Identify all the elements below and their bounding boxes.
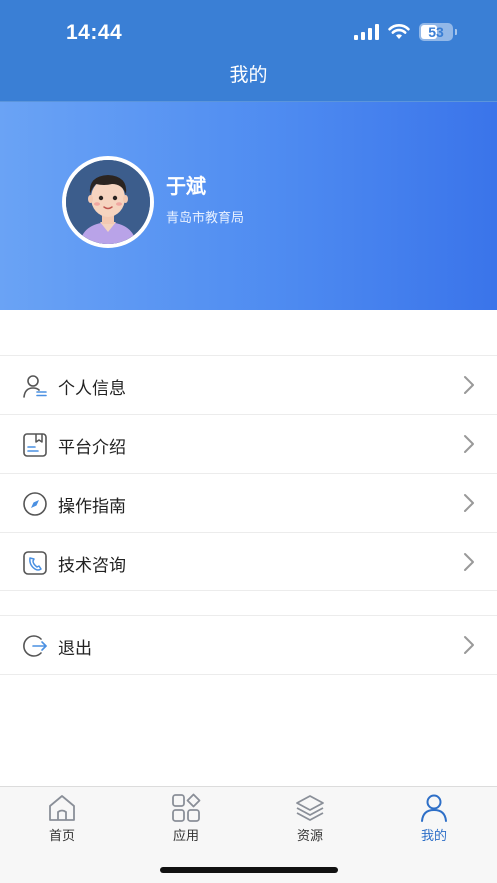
profile-card: 于斌 青岛市教育局 xyxy=(0,102,497,310)
divider xyxy=(0,674,497,675)
tab-home[interactable]: 首页 xyxy=(22,793,102,844)
tab-apps[interactable]: 应用 xyxy=(146,793,226,844)
bookmark-doc-icon xyxy=(23,433,47,457)
compass-icon xyxy=(23,492,47,516)
chevron-right-icon xyxy=(464,636,474,654)
apps-icon xyxy=(172,793,201,822)
menu-item-tech-support[interactable]: 技术咨询 xyxy=(0,532,497,591)
tab-label: 首页 xyxy=(48,829,75,844)
tab-label: 资源 xyxy=(296,829,323,844)
page-title: 我的 xyxy=(229,64,268,86)
home-icon xyxy=(49,795,75,821)
menu-item-label: 平台介绍 xyxy=(58,438,126,458)
menu-item-label: 个人信息 xyxy=(58,379,126,399)
menu-item-label: 技术咨询 xyxy=(58,556,126,576)
menu-item-operation-guide[interactable]: 操作指南 xyxy=(0,473,497,532)
user-info-icon xyxy=(23,375,47,398)
logout-icon xyxy=(23,635,47,657)
menu-item-personal-info[interactable]: 个人信息 xyxy=(0,355,497,414)
layers-icon xyxy=(296,795,324,821)
person-icon xyxy=(421,794,447,822)
user-name: 于斌 xyxy=(166,174,206,198)
menu-item-platform-intro[interactable]: 平台介绍 xyxy=(0,414,497,473)
avatar[interactable] xyxy=(62,156,154,248)
tab-mine[interactable]: 我的 xyxy=(394,793,474,844)
logout-button[interactable]: 退出 xyxy=(0,615,497,674)
battery-icon: 53 xyxy=(419,23,457,41)
tab-resources[interactable]: 资源 xyxy=(270,793,350,844)
home-indicator[interactable] xyxy=(160,867,338,873)
status-time: 14:44 xyxy=(66,21,123,44)
tab-label: 应用 xyxy=(172,829,199,844)
cellular-signal-icon xyxy=(354,24,379,40)
logout-label: 退出 xyxy=(58,639,92,659)
status-icons: 53 xyxy=(354,23,457,41)
divider xyxy=(0,590,497,591)
user-organization: 青岛市教育局 xyxy=(166,211,245,226)
wifi-icon xyxy=(388,24,410,39)
top-bar: 14:44 53 我的 xyxy=(0,0,497,102)
menu-item-label: 操作指南 xyxy=(58,497,126,517)
chevron-right-icon xyxy=(464,435,474,453)
phone-icon xyxy=(23,551,47,575)
battery-level: 53 xyxy=(428,24,444,40)
chevron-right-icon xyxy=(464,376,474,394)
avatar-illustration xyxy=(66,160,150,244)
chevron-right-icon xyxy=(464,494,474,512)
chevron-right-icon xyxy=(464,553,474,571)
tab-label: 我的 xyxy=(420,829,447,844)
